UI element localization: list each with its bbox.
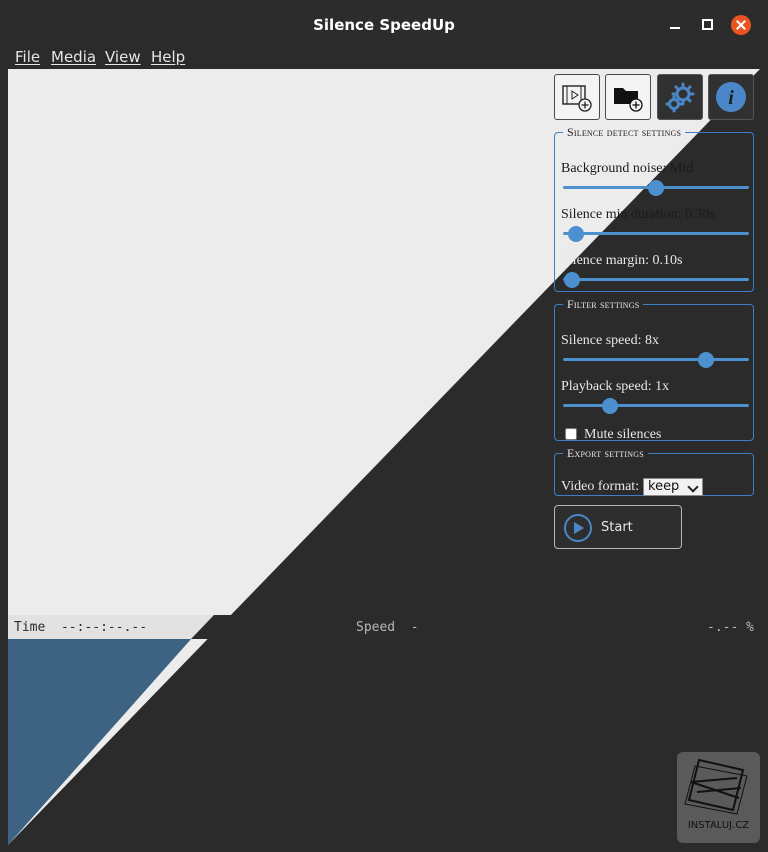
settings-gear-icon [665, 82, 695, 113]
mute-silences-label[interactable]: Mute silences [584, 427, 661, 443]
start-button[interactable]: Start [554, 505, 682, 549]
silence-margin-slider[interactable] [563, 272, 749, 288]
chevron-down-icon [687, 481, 699, 493]
silence-detect-title: Silence detect settings [567, 125, 682, 139]
slider-thumb[interactable] [568, 226, 585, 242]
filter-title: Filter settings [567, 297, 640, 311]
slider-track [563, 278, 749, 281]
video-format-value: keep [648, 479, 680, 494]
play-triangle-icon [574, 522, 584, 534]
watermark-emblem [684, 758, 748, 815]
maximize-icon[interactable] [698, 16, 716, 34]
slider-thumb[interactable] [698, 352, 715, 368]
background-noise-slider[interactable] [563, 180, 749, 196]
watermark-logo: INSTALUJ.CZ [677, 752, 760, 843]
menu-file[interactable]: File [15, 48, 40, 66]
menu-view[interactable]: View [105, 48, 141, 66]
silence-detect-group: Silence detect settings Background noise… [554, 125, 754, 292]
background-noise-label: Background noise: Mid [561, 161, 694, 176]
svg-text:i: i [728, 87, 734, 109]
silence-margin-label: Silence margin: 0.10s [561, 253, 683, 268]
title-bar: Silence SpeedUp [0, 0, 768, 44]
menu-bar: File Media View Help [8, 44, 760, 69]
info-icon: i [716, 82, 746, 112]
playback-speed-label: Playback speed: 1x [561, 379, 670, 394]
status-time: Time --:--:--.-- [14, 620, 148, 635]
menu-help[interactable]: Help [151, 48, 185, 66]
slider-thumb[interactable] [601, 398, 618, 414]
status-bar: Time --:--:--.-- Speed - -.-- % [8, 615, 760, 639]
playback-speed-slider[interactable] [563, 398, 749, 414]
add-folder-button[interactable] [605, 74, 651, 120]
add-folder-icon [614, 88, 643, 112]
start-label: Start [601, 520, 633, 535]
silence-min-duration-slider[interactable] [563, 226, 749, 242]
slider-thumb[interactable] [648, 180, 664, 196]
video-format-select[interactable]: keep [643, 478, 703, 496]
close-icon[interactable] [731, 15, 751, 35]
app-window: Silence SpeedUp File Media View Help i S… [0, 0, 768, 852]
export-group: Export settings Video format: keep [554, 446, 754, 496]
settings-button[interactable] [657, 74, 703, 120]
silence-speed-label: Silence speed: 8x [561, 333, 659, 348]
main-content: i Silence detect settings Background noi… [8, 69, 760, 845]
filter-group: Filter settings Silence speed: 8x Playba… [554, 297, 754, 443]
silence-min-duration-label: Silence min duration: 0.30s [561, 207, 715, 222]
minimize-icon[interactable] [666, 16, 684, 34]
slider-track [563, 232, 749, 235]
export-title: Export settings [567, 446, 644, 460]
mute-silences-checkbox[interactable] [565, 428, 577, 440]
window-title: Silence SpeedUp [313, 16, 455, 34]
status-speed: Speed - [356, 620, 419, 635]
slider-track [563, 358, 749, 361]
video-format-label: Video format: [561, 479, 640, 494]
slider-track [563, 404, 749, 407]
menu-media[interactable]: Media [51, 48, 96, 66]
silence-speed-slider[interactable] [563, 352, 749, 368]
watermark-text: INSTALUJ.CZ [687, 820, 750, 831]
info-button[interactable]: i [708, 74, 754, 120]
add-video-button[interactable] [554, 74, 600, 120]
status-percent: -.-- % [707, 620, 754, 635]
slider-thumb[interactable] [564, 272, 581, 288]
add-video-icon [562, 85, 592, 112]
